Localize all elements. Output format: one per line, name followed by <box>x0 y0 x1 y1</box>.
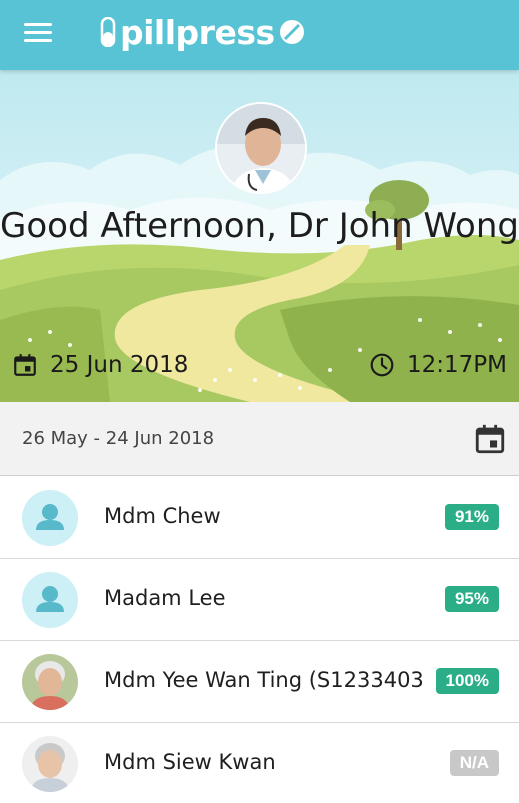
current-date: 25 Jun 2018 <box>12 352 188 378</box>
patient-photo <box>22 654 78 710</box>
placeholder-person-icon <box>22 572 78 628</box>
current-time: 12:17PM <box>369 352 507 378</box>
app-name: pillpress <box>120 12 275 52</box>
compliance-badge: N/A <box>449 750 499 776</box>
app-logo: pillpress <box>100 10 305 54</box>
tablet-icon <box>279 20 304 44</box>
patient-name: Madam Lee <box>104 586 226 610</box>
hero-banner: Good Afternoon, Dr John Wong 25 Jun 2018… <box>0 70 519 402</box>
date-range-label: 26 May - 24 Jun 2018 <box>22 428 215 449</box>
placeholder-person-icon <box>22 490 78 546</box>
patient-list: Mdm Chew 91% Madam Lee 95% Mdm Yee Wan T… <box>0 477 519 803</box>
compliance-badge: 95% <box>444 586 499 612</box>
date-range-bar: 26 May - 24 Jun 2018 <box>0 402 519 476</box>
patient-row[interactable]: Mdm Chew 91% <box>0 477 519 559</box>
current-date-label: 25 Jun 2018 <box>50 352 189 378</box>
calendar-picker-icon[interactable] <box>473 422 507 456</box>
compliance-badge: 91% <box>444 504 499 530</box>
app-header: pillpress <box>0 0 519 70</box>
greeting-text: Good Afternoon, Dr John Wong <box>0 206 519 246</box>
patient-name: Mdm Siew Kwan <box>104 750 276 774</box>
menu-icon[interactable] <box>24 20 54 44</box>
patient-name: Mdm Yee Wan Ting (S1233403 <box>104 668 422 692</box>
calendar-icon <box>14 354 36 376</box>
current-time-label: 12:17PM <box>407 352 507 378</box>
patient-row[interactable]: Madam Lee 95% <box>0 559 519 641</box>
clock-icon <box>370 353 394 377</box>
pill-icon <box>100 17 116 47</box>
patient-row[interactable]: Mdm Yee Wan Ting (S1233403 100% <box>0 641 519 723</box>
patient-photo <box>22 736 78 792</box>
doctor-avatar[interactable] <box>215 102 307 194</box>
compliance-badge: 100% <box>435 668 499 694</box>
patient-name: Mdm Chew <box>104 504 221 528</box>
patient-row[interactable]: Mdm Siew Kwan N/A <box>0 723 519 803</box>
